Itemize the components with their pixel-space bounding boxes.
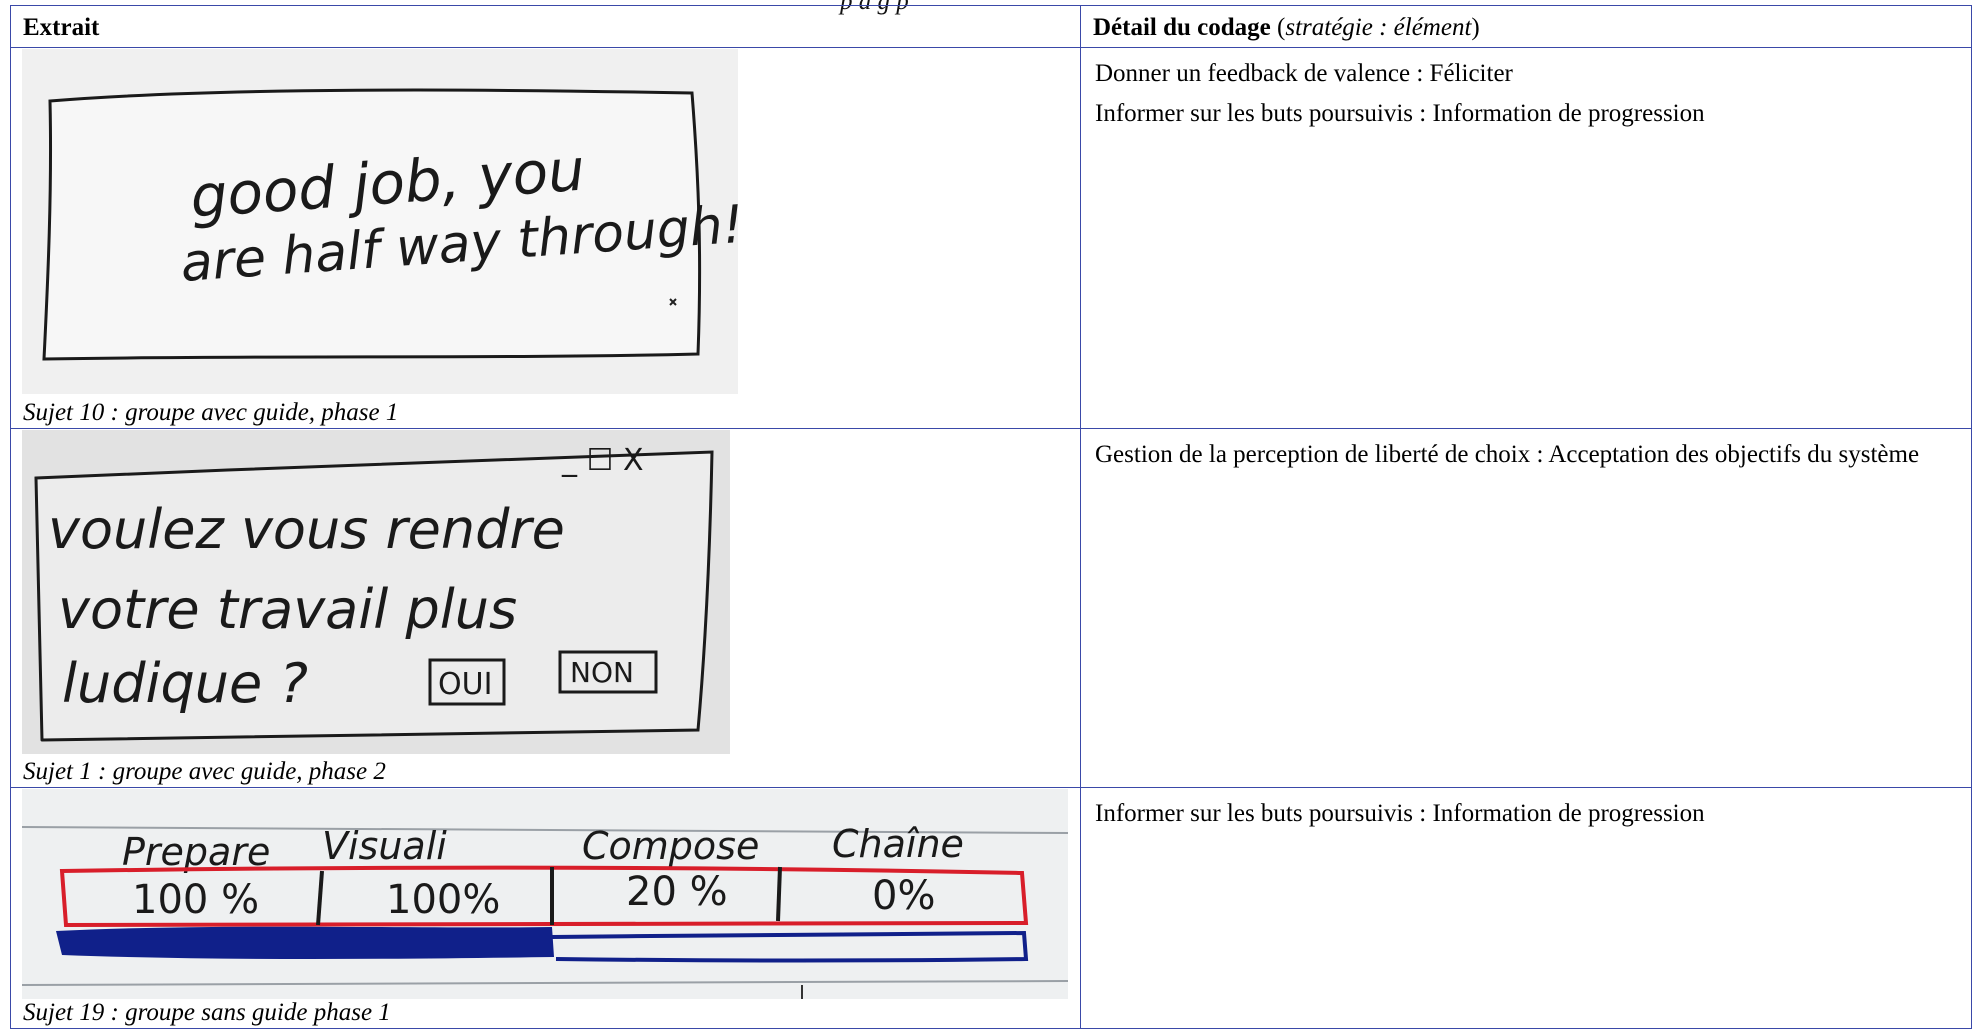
- progress-step-value: 20 %: [626, 869, 728, 915]
- code-item: Donner un feedback de valence : Félicite…: [1095, 60, 1513, 87]
- detail-cell: Donner un feedback de valence : Félicite…: [1080, 47, 1972, 429]
- progress-step-label: Visuali: [322, 824, 447, 868]
- table-row: Prepare Visuali Compose Chaîne 100 % 100…: [10, 787, 1972, 1029]
- sketch-progress-bar: Prepare Visuali Compose Chaîne 100 % 100…: [22, 789, 1068, 999]
- detail-cell: Gestion de la perception de liberté de c…: [1080, 428, 1972, 788]
- extract-caption: Sujet 1 : groupe avec guide, phase 2: [23, 758, 386, 785]
- window-controls-icon: _ ☐ X: [561, 443, 644, 478]
- header-detail-label: Détail du codage (stratégie : élément): [1081, 6, 1971, 46]
- progress-step-value: 100 %: [132, 877, 259, 923]
- header-extract-label: Extrait: [23, 14, 100, 41]
- coding-table: Extrait Détail du codage (stratégie : él…: [10, 5, 1972, 1029]
- header-detail-close: ): [1471, 14, 1480, 41]
- progress-step-label: Chaîne: [832, 822, 964, 866]
- sketch-ludique-dialog: _ ☐ X voulez vous rendre votre travail p…: [22, 430, 730, 754]
- header-detail-italic: stratégie : élément: [1285, 14, 1472, 41]
- sketch-no-button-label: NON: [570, 656, 634, 689]
- extract-cell: Prepare Visuali Compose Chaîne 100 % 100…: [10, 787, 1081, 1029]
- code-item: Informer sur les buts poursuivis : Infor…: [1095, 100, 1705, 127]
- detail-codes: Informer sur les buts poursuivis : Infor…: [1081, 788, 1971, 834]
- extract-cell-content: good job, you are half way through! Suje…: [11, 48, 1080, 428]
- table-header-row: Extrait Détail du codage (stratégie : él…: [10, 5, 1972, 48]
- sketch-yes-button-label: OUI: [438, 667, 492, 702]
- extract-cell-content: _ ☐ X voulez vous rendre votre travail p…: [11, 429, 1080, 787]
- extract-caption: Sujet 10 : groupe avec guide, phase 1: [23, 399, 399, 426]
- window-controls: _ ☐ X: [561, 443, 644, 478]
- detail-codes: Donner un feedback de valence : Félicite…: [1081, 48, 1971, 134]
- extract-caption: Sujet 19 : groupe sans guide phase 1: [23, 999, 391, 1026]
- extract-cell-content: Prepare Visuali Compose Chaîne 100 % 100…: [11, 788, 1080, 1028]
- extract-cell: good job, you are half way through! Suje…: [10, 47, 1081, 429]
- code-item: Gestion de la perception de liberté de c…: [1095, 441, 1920, 468]
- sketch-good-job: good job, you are half way through!: [22, 49, 738, 394]
- progress-step-value: 100%: [386, 877, 500, 923]
- progress-step-value: 0%: [872, 873, 935, 919]
- sketch-text-line1: voulez vous rendre: [48, 498, 565, 561]
- extract-cell: _ ☐ X voulez vous rendre votre travail p…: [10, 428, 1081, 788]
- code-item: Informer sur les buts poursuivis : Infor…: [1095, 800, 1705, 827]
- table-row: _ ☐ X voulez vous rendre votre travail p…: [10, 428, 1972, 788]
- detail-cell: Informer sur les buts poursuivis : Infor…: [1080, 787, 1972, 1029]
- header-detail-bold: Détail du codage: [1093, 14, 1271, 41]
- progress-step-label: Compose: [582, 824, 759, 868]
- detail-codes: Gestion de la perception de liberté de c…: [1081, 429, 1971, 475]
- header-extract: Extrait: [10, 5, 1081, 48]
- sketch-text-line2: votre travail plus: [58, 578, 517, 641]
- header-detail: Détail du codage (stratégie : élément): [1080, 5, 1972, 48]
- table-row: good job, you are half way through! Suje…: [10, 47, 1972, 429]
- sketch-text-line3: ludique ?: [62, 652, 308, 715]
